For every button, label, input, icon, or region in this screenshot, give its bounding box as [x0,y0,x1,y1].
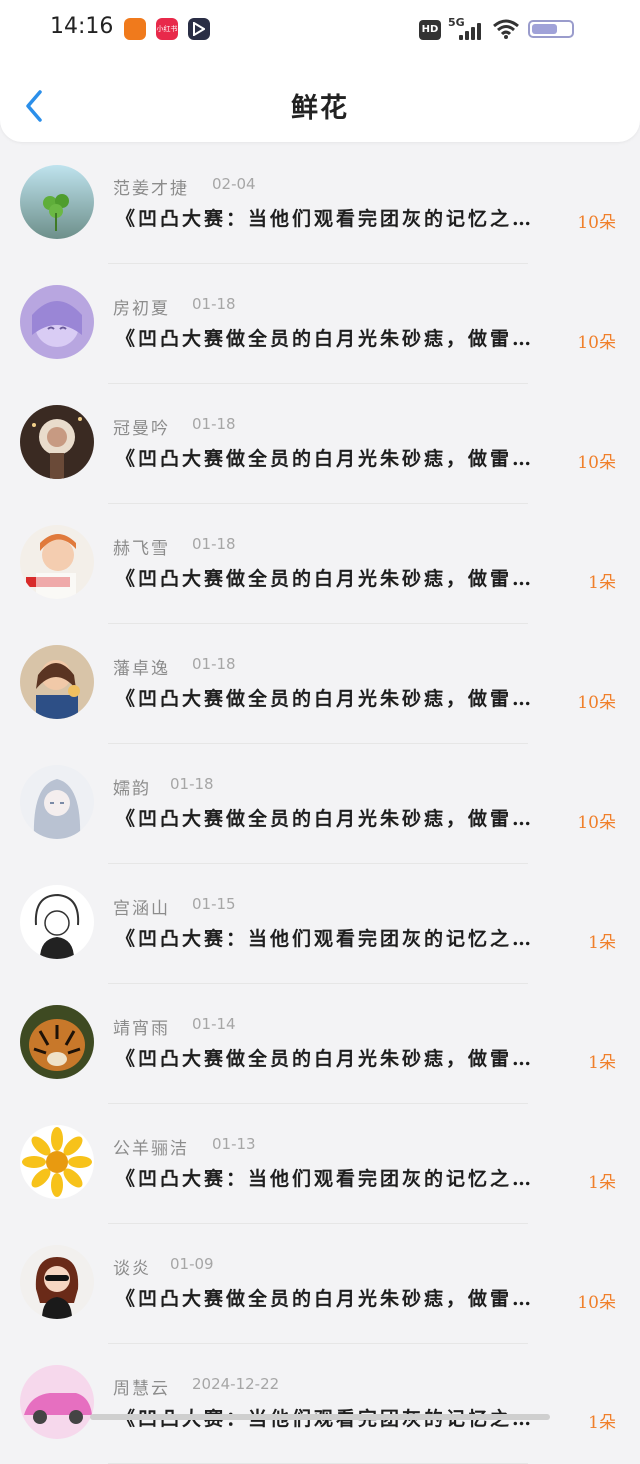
flower-count: 1朵 [588,1053,616,1073]
flower-count: 10朵 [577,693,616,713]
date: 01-18 [170,775,214,793]
battery-icon [528,20,574,38]
date: 2024-12-22 [192,1375,280,1393]
message-preview: 《凹凸大赛做全员的白月光朱砂痣，做雷… [116,1288,535,1310]
list-item[interactable]: 宫涵山 01-15 《凹凸大赛：当他们观看完团灰的记忆之… 1朵 [0,864,640,984]
message-preview: 《凹凸大赛做全员的白月光朱砂痣，做雷… [116,808,535,830]
message-preview: 《凹凸大赛做全员的白月光朱砂痣，做雷… [116,1048,535,1070]
user-name: 宫涵山 [113,899,170,919]
avatar[interactable] [20,405,94,479]
list-item[interactable]: 靖宵雨 01-14 《凹凸大赛做全员的白月光朱砂痣，做雷… 1朵 [0,984,640,1104]
list-item[interactable]: 藩卓逸 01-18 《凹凸大赛做全员的白月光朱砂痣，做雷… 10朵 [0,624,640,744]
message-preview: 《凹凸大赛：当他们观看完团灰的记忆之… [116,928,535,950]
status-time: 14:16 [50,14,114,39]
user-name: 藩卓逸 [113,659,170,679]
avatar[interactable] [20,1125,94,1199]
avatar[interactable] [20,1005,94,1079]
list-item[interactable]: 赫飞雪 01-18 《凹凸大赛做全员的白月光朱砂痣，做雷… 1朵 [0,504,640,624]
date: 01-15 [192,895,236,913]
date: 01-14 [192,1015,236,1033]
flower-count: 1朵 [588,1413,616,1433]
user-name: 公羊骊洁 [113,1139,189,1159]
user-name: 房初夏 [113,299,170,319]
list-item[interactable]: 周慧云 2024-12-22 《凹凸大赛：当他们观看完团灰的记忆之… 1朵 [0,1344,640,1464]
list-item[interactable]: 嬬韵 01-18 《凹凸大赛做全员的白月光朱砂痣，做雷… 10朵 [0,744,640,864]
message-preview: 《凹凸大赛：当他们观看完团灰的记忆之… [116,1168,535,1190]
list-item[interactable]: 房初夏 01-18 《凹凸大赛做全员的白月光朱砂痣，做雷… 10朵 [0,264,640,384]
avatar[interactable] [20,525,94,599]
flower-count: 10朵 [577,813,616,833]
flower-count: 10朵 [577,213,616,233]
user-name: 周慧云 [113,1379,170,1399]
user-name: 靖宵雨 [113,1019,170,1039]
top-bar: 14:16 小红书 HD 5G 鲜花 [0,0,640,142]
flower-count: 10朵 [577,333,616,353]
avatar[interactable] [20,285,94,359]
date: 01-18 [192,415,236,433]
message-preview: 《凹凸大赛做全员的白月光朱砂痣，做雷… [116,448,535,470]
message-preview: 《凹凸大赛做全员的白月光朱砂痣，做雷… [116,328,535,350]
home-indicator[interactable] [90,1414,550,1420]
date: 01-18 [192,655,236,673]
list-item[interactable]: 公羊骊洁 01-13 《凹凸大赛：当他们观看完团灰的记忆之… 1朵 [0,1104,640,1224]
list-item[interactable]: 冠曼吟 01-18 《凹凸大赛做全员的白月光朱砂痣，做雷… 10朵 [0,384,640,504]
list-item[interactable]: 谈炎 01-09 《凹凸大赛做全员的白月光朱砂痣，做雷… 10朵 [0,1224,640,1344]
message-preview: 《凹凸大赛：当他们观看完团灰的记忆之… [116,208,535,230]
xiaohongshu-label: 小红书 [156,25,178,33]
hd-icon: HD [419,20,441,40]
date: 01-18 [192,295,236,313]
play-app-icon [188,18,210,40]
flower-count: 1朵 [588,933,616,953]
signal-icon [459,22,483,40]
date: 01-09 [170,1255,214,1273]
weibo-app-icon [124,18,146,40]
flower-count: 1朵 [588,1173,616,1193]
user-name: 冠曼吟 [113,419,170,439]
flower-count: 1朵 [588,573,616,593]
avatar[interactable] [20,1365,94,1439]
list-item[interactable]: 范姜才捷 02-04 《凹凸大赛：当他们观看完团灰的记忆之… 10朵 [0,144,640,264]
flower-count: 10朵 [577,453,616,473]
flower-count: 10朵 [577,1293,616,1313]
user-name: 嬬韵 [113,779,151,799]
xiaohongshu-app-icon: 小红书 [156,18,178,40]
user-name: 范姜才捷 [113,179,189,199]
message-preview: 《凹凸大赛做全员的白月光朱砂痣，做雷… [116,688,535,710]
page-title: 鲜花 [291,93,349,124]
avatar[interactable] [20,165,94,239]
avatar[interactable] [20,885,94,959]
date: 01-13 [212,1135,256,1153]
avatar[interactable] [20,645,94,719]
avatar[interactable] [20,1245,94,1319]
wifi-icon [493,19,519,39]
date: 02-04 [212,175,256,193]
user-name: 谈炎 [113,1259,151,1279]
flower-list: 范姜才捷 02-04 《凹凸大赛：当他们观看完团灰的记忆之… 10朵 房初夏 0… [0,144,640,1464]
user-name: 赫飞雪 [113,539,170,559]
message-preview: 《凹凸大赛做全员的白月光朱砂痣，做雷… [116,568,535,590]
date: 01-18 [192,535,236,553]
avatar[interactable] [20,765,94,839]
